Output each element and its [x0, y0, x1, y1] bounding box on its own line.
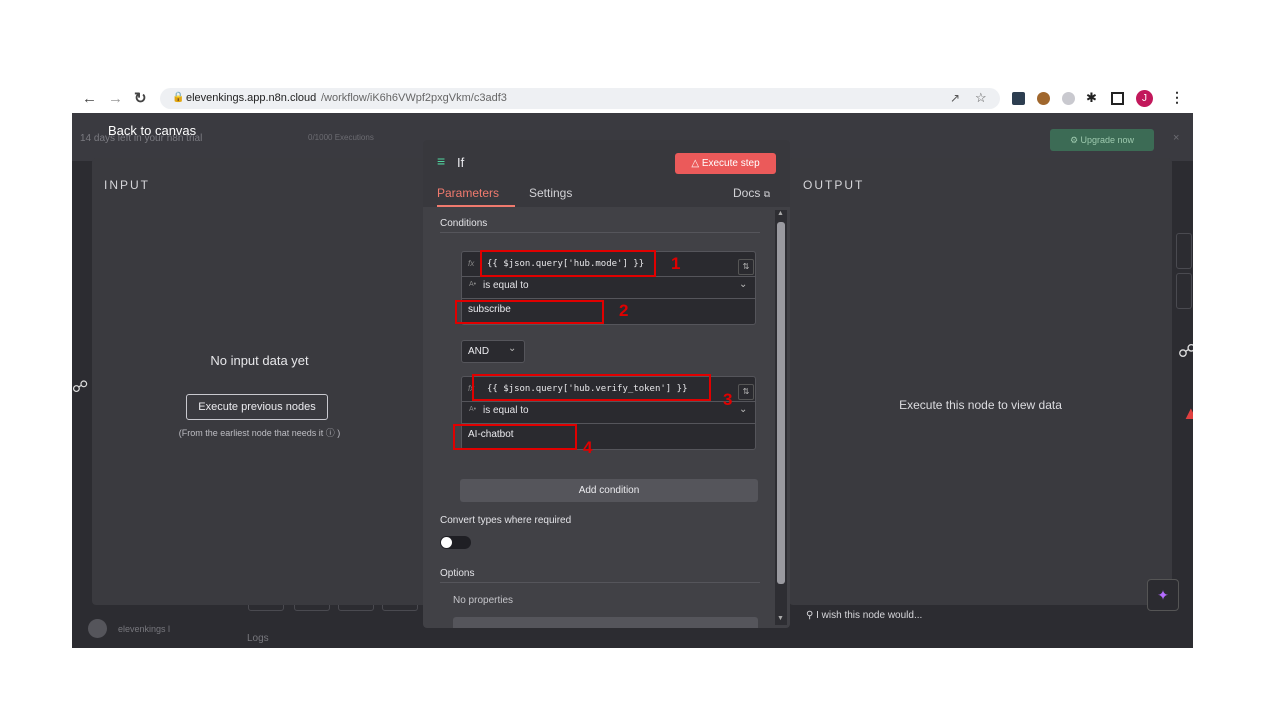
annotation-number-1: 1	[671, 254, 681, 273]
tab-parameters[interactable]: Parameters	[437, 186, 499, 200]
output-panel: OUTPUT Execute this node to view data	[789, 158, 1172, 605]
input-title: INPUT	[104, 178, 150, 192]
close-banner-icon[interactable]: ×	[1173, 132, 1179, 144]
drag-handle-icon[interactable]: ⇅	[738, 259, 754, 275]
node-editor-panel: ≡ If △ Execute step Parameters Settings …	[423, 140, 790, 628]
user-name: elevenkings l	[118, 624, 171, 634]
background-node	[1176, 273, 1192, 309]
chevron-down-icon[interactable]: ⌄	[739, 279, 747, 290]
output-title: OUTPUT	[803, 178, 865, 192]
annotation-number-3: 3	[723, 390, 733, 409]
webhook-node-icon: ☍	[72, 379, 89, 396]
external-link-icon: ⧉	[763, 189, 771, 199]
scroll-thumb[interactable]	[777, 222, 785, 584]
lock-icon: 🔒	[172, 92, 185, 103]
upgrade-button[interactable]: ⚙ Upgrade now	[1050, 129, 1154, 151]
annotation-number-2: 2	[619, 301, 629, 320]
forward-arrow-icon[interactable]: →	[108, 85, 123, 113]
docs-link[interactable]: Docs ⧉	[733, 186, 770, 200]
puzzle-icon[interactable]: ✱	[1086, 90, 1097, 106]
convert-types-toggle[interactable]	[440, 536, 471, 549]
docs-label: Docs	[733, 186, 761, 200]
url-path: /workflow/iK6h6VWpf2pxgVkm/c3adf3	[321, 92, 507, 104]
scrollbar[interactable]: ▲ ▼	[775, 210, 787, 625]
execute-previous-nodes-button[interactable]: Execute previous nodes	[186, 394, 328, 420]
menu-icon[interactable]: ⋮	[1170, 89, 1184, 106]
extension-icon[interactable]	[1012, 92, 1025, 105]
annotation-box-4	[453, 424, 577, 450]
annotation-box-1	[480, 250, 656, 277]
string-type-icon: A•	[469, 281, 477, 288]
string-type-icon: A•	[469, 406, 477, 413]
share-icon[interactable]: ↗	[950, 91, 960, 105]
input-panel: INPUT No input data yet Execute previous…	[92, 158, 427, 605]
lightbulb-icon: ⚲	[806, 610, 814, 621]
annotation-box-2	[455, 300, 604, 324]
webhook-node-icon: ☍	[1178, 341, 1193, 361]
execute-step-button[interactable]: △ Execute step	[675, 153, 776, 174]
logs-label[interactable]: Logs	[247, 633, 269, 644]
no-properties-text: No properties	[453, 595, 514, 606]
annotation-number-4: 4	[583, 438, 593, 457]
flask-icon: △	[691, 158, 700, 169]
combinator-select[interactable]: AND ⌄	[461, 340, 525, 363]
condition-1-operator[interactable]: is equal to	[483, 280, 529, 291]
warning-node-icon: ▲	[1182, 403, 1193, 423]
extension-icon-2[interactable]	[1062, 92, 1075, 105]
n8n-app: 14 days left in your n8n trial 0/1000 Ex…	[72, 113, 1193, 648]
url-domain: elevenkings.app.n8n.cloud	[186, 92, 317, 104]
chevron-down-icon[interactable]: ⌄	[739, 404, 747, 415]
add-condition-button[interactable]: Add condition	[460, 479, 758, 502]
options-label: Options	[440, 568, 475, 579]
divider	[440, 232, 760, 233]
back-to-canvas-link[interactable]: Back to canvas	[108, 123, 196, 138]
user-avatar[interactable]	[88, 619, 107, 638]
feedback-prompt[interactable]: ⚲ I wish this node would...	[806, 610, 922, 621]
star-icon[interactable]: ☆	[975, 90, 987, 106]
if-node-icon: ≡	[437, 153, 446, 169]
drag-handle-icon[interactable]: ⇅	[738, 384, 754, 400]
active-tab-indicator	[437, 205, 515, 207]
scroll-down-icon[interactable]: ▼	[777, 615, 784, 622]
divider	[462, 298, 755, 299]
side-panel-icon[interactable]	[1111, 92, 1124, 105]
conditions-label: Conditions	[440, 218, 488, 229]
execute-to-view-message: Execute this node to view data	[899, 398, 1062, 412]
tab-settings[interactable]: Settings	[529, 186, 572, 200]
combinator-value: AND	[468, 346, 490, 357]
cookie-extension-icon[interactable]	[1037, 92, 1050, 105]
reload-icon[interactable]: ↻	[134, 85, 147, 113]
address-bar[interactable]: 🔒 elevenkings.app.n8n.cloud /workflow/iK…	[160, 88, 1000, 109]
executions-count: 0/1000 Executions	[308, 133, 374, 142]
annotation-box-3	[472, 374, 711, 401]
sparkle-icon: ✦	[1157, 587, 1169, 603]
condition-2-operator[interactable]: is equal to	[483, 405, 529, 416]
divider	[462, 401, 755, 402]
scroll-up-icon[interactable]: ▲	[777, 210, 784, 217]
chevron-down-icon: ⌄	[508, 343, 517, 354]
no-input-message: No input data yet	[210, 353, 309, 368]
browser-toolbar: ← → ↻ 🔒 elevenkings.app.n8n.cloud /workf…	[72, 85, 1193, 113]
ai-assistant-button[interactable]: ✦	[1147, 579, 1179, 611]
add-option-button[interactable]	[453, 617, 758, 628]
node-name[interactable]: If	[457, 155, 464, 170]
expression-icon: fx	[468, 259, 475, 268]
toggle-knob	[441, 537, 452, 548]
back-arrow-icon[interactable]: ←	[82, 85, 97, 113]
background-node	[1176, 233, 1192, 269]
profile-avatar[interactable]: J	[1136, 90, 1153, 107]
convert-types-label: Convert types where required	[440, 515, 572, 526]
earliest-node-hint: (From the earliest node that needs it ⓘ …	[178, 428, 341, 438]
feedback-text: I wish this node would...	[816, 610, 923, 621]
execute-step-label: Execute step	[701, 158, 760, 169]
divider	[440, 582, 760, 583]
upgrade-label: Upgrade now	[1080, 135, 1135, 145]
